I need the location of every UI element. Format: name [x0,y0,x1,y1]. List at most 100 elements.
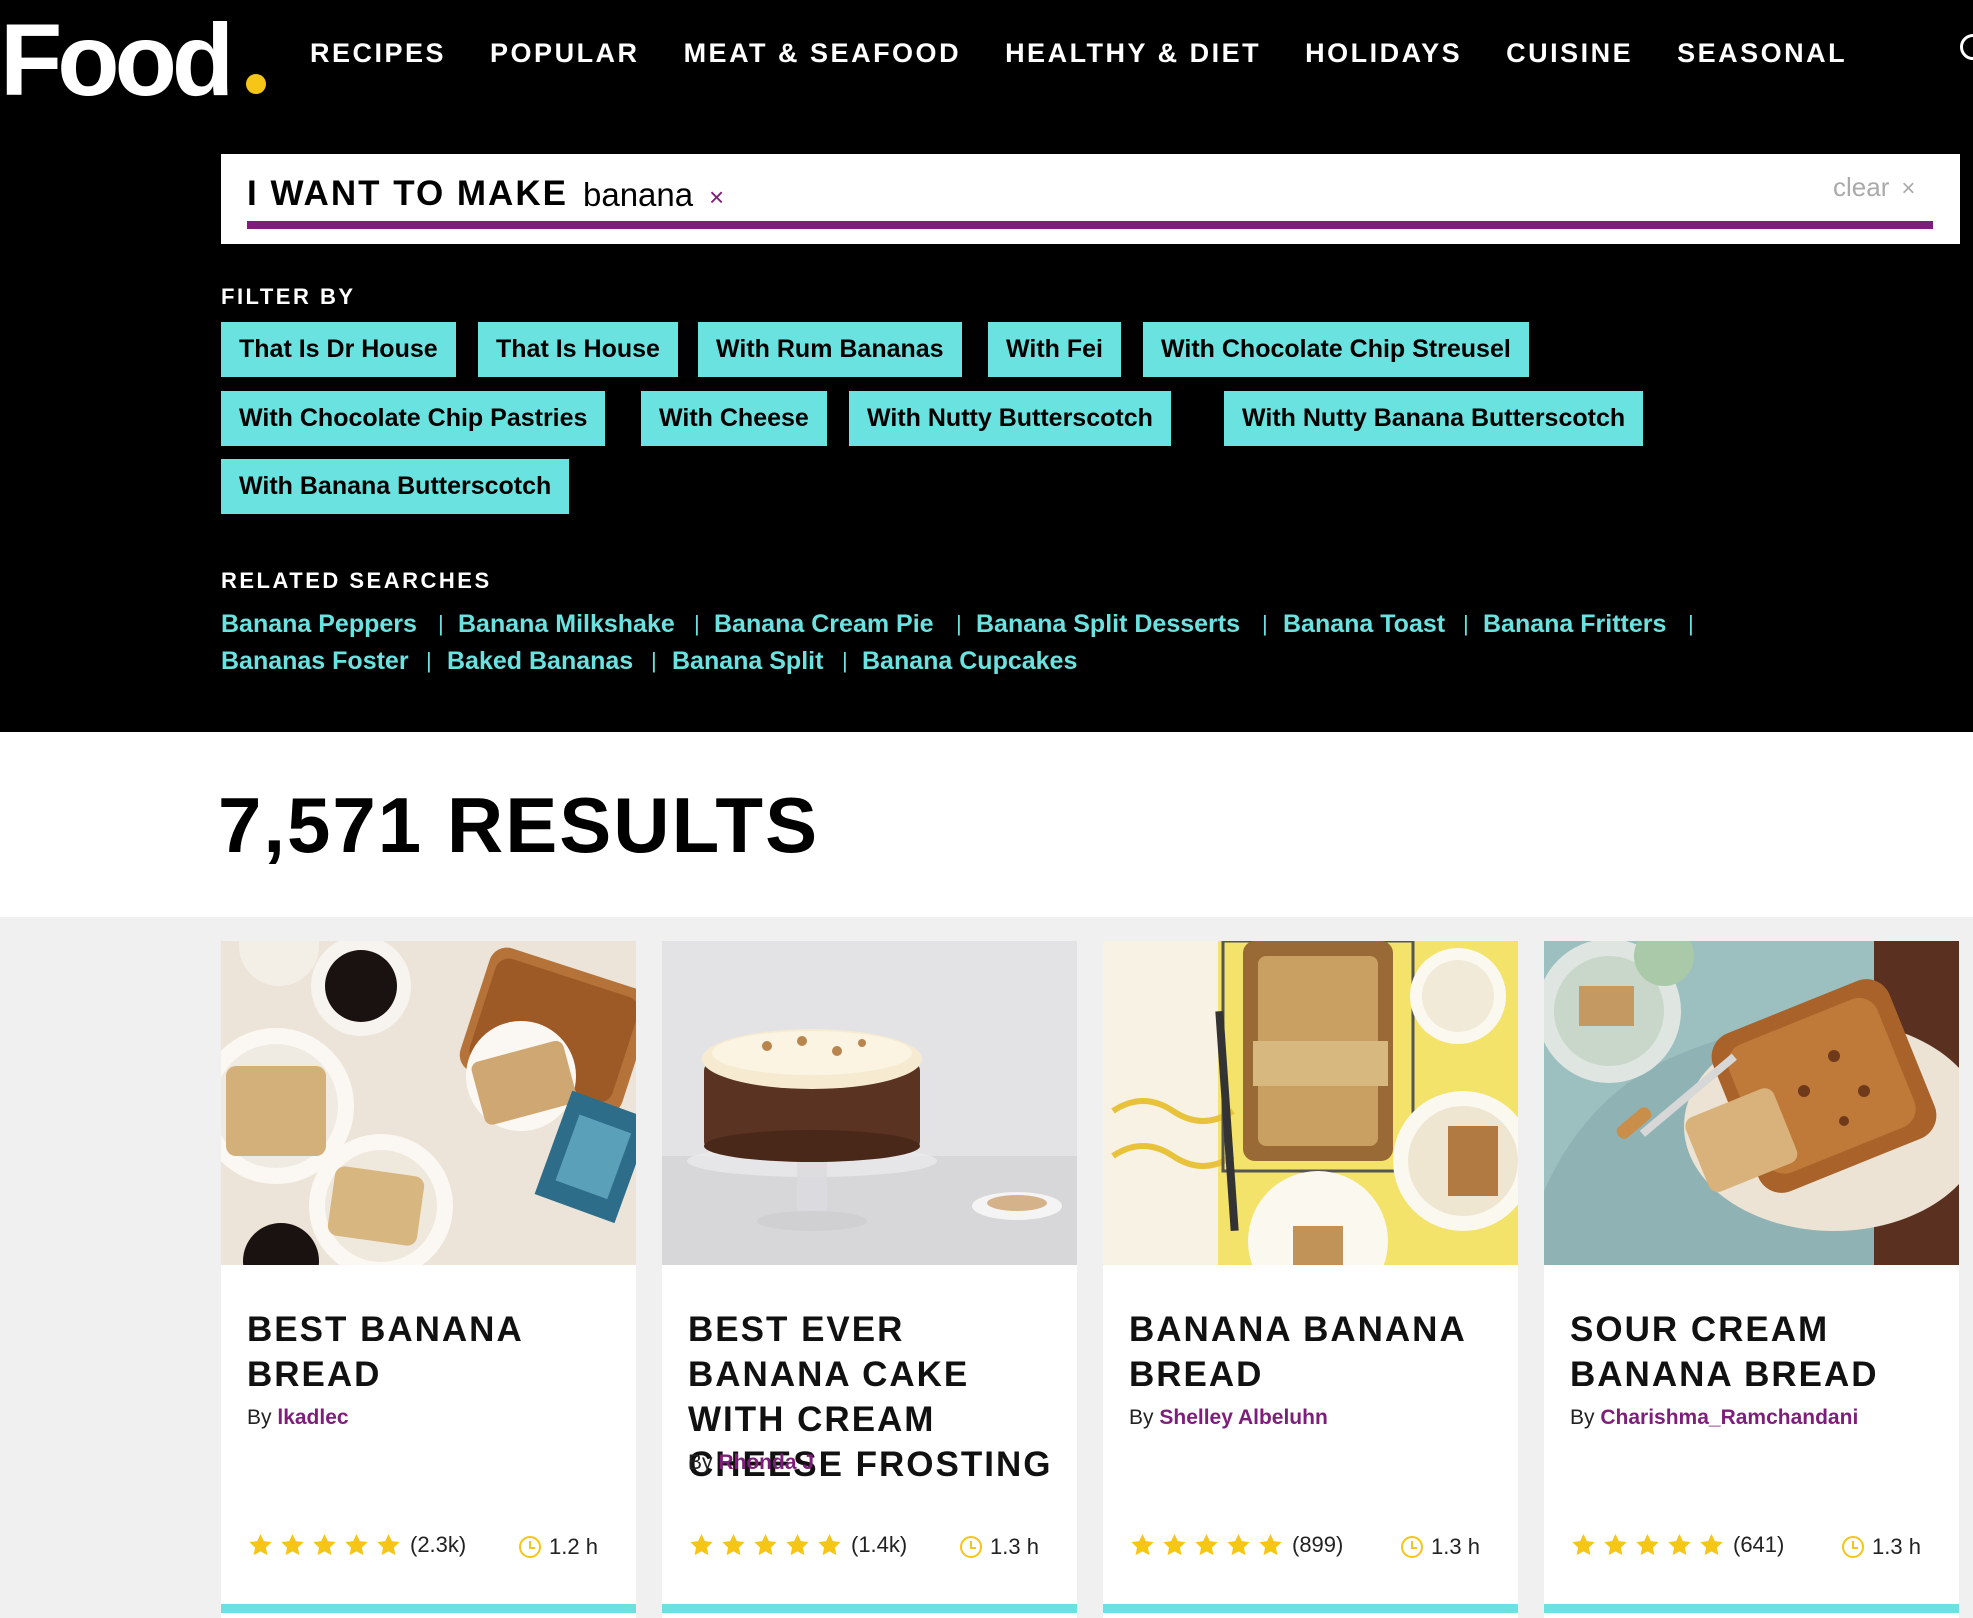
rating-count: (899) [1292,1532,1344,1557]
star-icon [343,1532,375,1558]
cook-time: 1.3 h [1842,1534,1921,1560]
recipe-author[interactable]: Charishma_Ramchandani [1600,1406,1858,1429]
star-rating: (1.4k) [688,1532,907,1558]
clock-icon [1401,1536,1423,1558]
card-accent-bar [221,1604,636,1613]
recipe-author[interactable]: Shelley Albeluhn [1159,1406,1327,1429]
filter-chip[interactable]: With Fei [988,322,1121,377]
filter-chip[interactable]: With Chocolate Chip Pastries [221,391,606,446]
star-icon [1602,1532,1634,1558]
cook-time-value: 1.3 h [990,1534,1039,1559]
star-icon [816,1532,848,1558]
separator: | [1262,611,1268,636]
search-icon[interactable] [1960,34,1973,60]
filter-chip[interactable]: With Cheese [641,391,827,446]
related-search-link[interactable]: Banana Cream Pie [714,606,934,642]
star-icon [279,1532,311,1558]
related-search-link[interactable]: Banana Toast [1283,606,1445,642]
nav-seasonal[interactable]: SEASONAL [1677,30,1847,76]
by-label: By [688,1451,713,1474]
related-search-link[interactable]: Banana Milkshake [458,606,675,642]
card-accent-bar [1544,1604,1959,1613]
star-rating: (899) [1129,1532,1343,1558]
related-search-link[interactable]: Banana Cupcakes [862,643,1077,679]
related-search-link[interactable]: Baked Bananas [447,643,633,679]
nav-popular[interactable]: POPULAR [490,30,640,76]
recipe-image-banana-cake[interactable] [662,941,1077,1265]
logo-dot [246,74,266,94]
rating-count: (1.4k) [851,1532,908,1557]
related-search-link[interactable]: Banana Fritters [1483,606,1666,642]
filter-chip[interactable]: With Chocolate Chip Streusel [1143,322,1529,377]
filter-chip[interactable]: With Nutty Banana Butterscotch [1224,391,1644,446]
star-rating: (2.3k) [247,1532,466,1558]
star-icon [1225,1532,1257,1558]
recipe-author[interactable]: lkadlec [277,1406,348,1429]
star-icon [1161,1532,1193,1558]
recipe-title[interactable]: SOUR CREAM BANANA BREAD [1570,1307,1940,1397]
close-icon: × [1901,175,1916,202]
by-label: By [1129,1406,1154,1429]
filter-chip[interactable]: That Is Dr House [221,322,456,377]
related-search-link[interactable]: Bananas Foster [221,643,409,679]
nav-meat-seafood[interactable]: MEAT & SEAFOOD [684,30,962,76]
nav-cuisine[interactable]: CUISINE [1506,30,1633,76]
star-icon [688,1532,720,1558]
search-box[interactable]: I WANT TO MAKE banana × clear × [221,154,1960,244]
cook-time-value: 1.2 h [549,1534,598,1559]
star-icon [1634,1532,1666,1558]
filter-chip[interactable]: With Rum Bananas [698,322,962,377]
recipe-author[interactable]: Rhonda J [718,1451,814,1474]
separator: | [651,648,657,673]
food-logo[interactable]: Food [0,5,234,115]
recipe-image-banana-banana-bread[interactable] [1103,941,1518,1265]
star-icon [311,1532,343,1558]
star-icon [1129,1532,1161,1558]
search-term[interactable]: banana [583,176,693,214]
recipe-image-banana-bread[interactable] [221,941,636,1265]
separator: | [426,648,432,673]
remove-term-icon[interactable]: × [709,182,724,213]
recipe-card[interactable]: BEST EVER BANANA CAKE WITH CREAM CHEESE … [662,941,1077,1618]
recipe-byline: By Shelley Albeluhn [1129,1406,1328,1430]
related-search-link[interactable]: Banana Peppers [221,606,417,642]
star-icon [784,1532,816,1558]
rating-count: (641) [1733,1532,1785,1557]
cook-time: 1.2 h [519,1534,598,1560]
clock-icon [1842,1536,1864,1558]
main-nav: RECIPES POPULAR MEAT & SEAFOOD HEALTHY &… [288,30,1869,76]
star-icon [1666,1532,1698,1558]
nav-holidays[interactable]: HOLIDAYS [1305,30,1462,76]
recipe-title[interactable]: BEST BANANA BREAD [247,1307,617,1397]
recipe-card[interactable]: BEST BANANA BREAD By lkadlec (2.3k) 1.2 … [221,941,636,1618]
clear-button[interactable]: clear × [1833,172,1915,203]
search-underline [247,221,1933,229]
separator: | [438,611,444,636]
card-accent-bar [1103,1604,1518,1613]
star-icon [752,1532,784,1558]
star-rating: (641) [1570,1532,1784,1558]
search-label: I WANT TO MAKE [247,174,568,213]
star-icon [1193,1532,1225,1558]
clear-label: clear [1833,172,1890,202]
nav-healthy-diet[interactable]: HEALTHY & DIET [1005,30,1261,76]
filter-chip[interactable]: With Nutty Butterscotch [849,391,1171,446]
nav-recipes[interactable]: RECIPES [310,30,446,76]
filter-chip[interactable]: That Is House [478,322,678,377]
cook-time-value: 1.3 h [1431,1534,1480,1559]
recipe-image-sour-cream-banana-bread[interactable] [1544,941,1959,1265]
clock-icon [519,1536,541,1558]
recipe-title[interactable]: BANANA BANANA BREAD [1129,1307,1499,1397]
clock-icon [960,1536,982,1558]
filter-chip[interactable]: With Banana Butterscotch [221,459,570,514]
recipe-card[interactable]: BANANA BANANA BREAD By Shelley Albeluhn … [1103,941,1518,1618]
star-icon [1257,1532,1289,1558]
recipe-card[interactable]: SOUR CREAM BANANA BREAD By Charishma_Ram… [1544,941,1959,1618]
separator: | [1688,611,1694,636]
related-search-link[interactable]: Banana Split Desserts [976,606,1240,642]
cook-time: 1.3 h [960,1534,1039,1560]
related-search-link[interactable]: Banana Split [672,643,823,679]
related-searches-label: RELATED SEARCHES [221,568,492,593]
recipe-byline: By Charishma_Ramchandani [1570,1406,1858,1430]
separator: | [1463,611,1469,636]
